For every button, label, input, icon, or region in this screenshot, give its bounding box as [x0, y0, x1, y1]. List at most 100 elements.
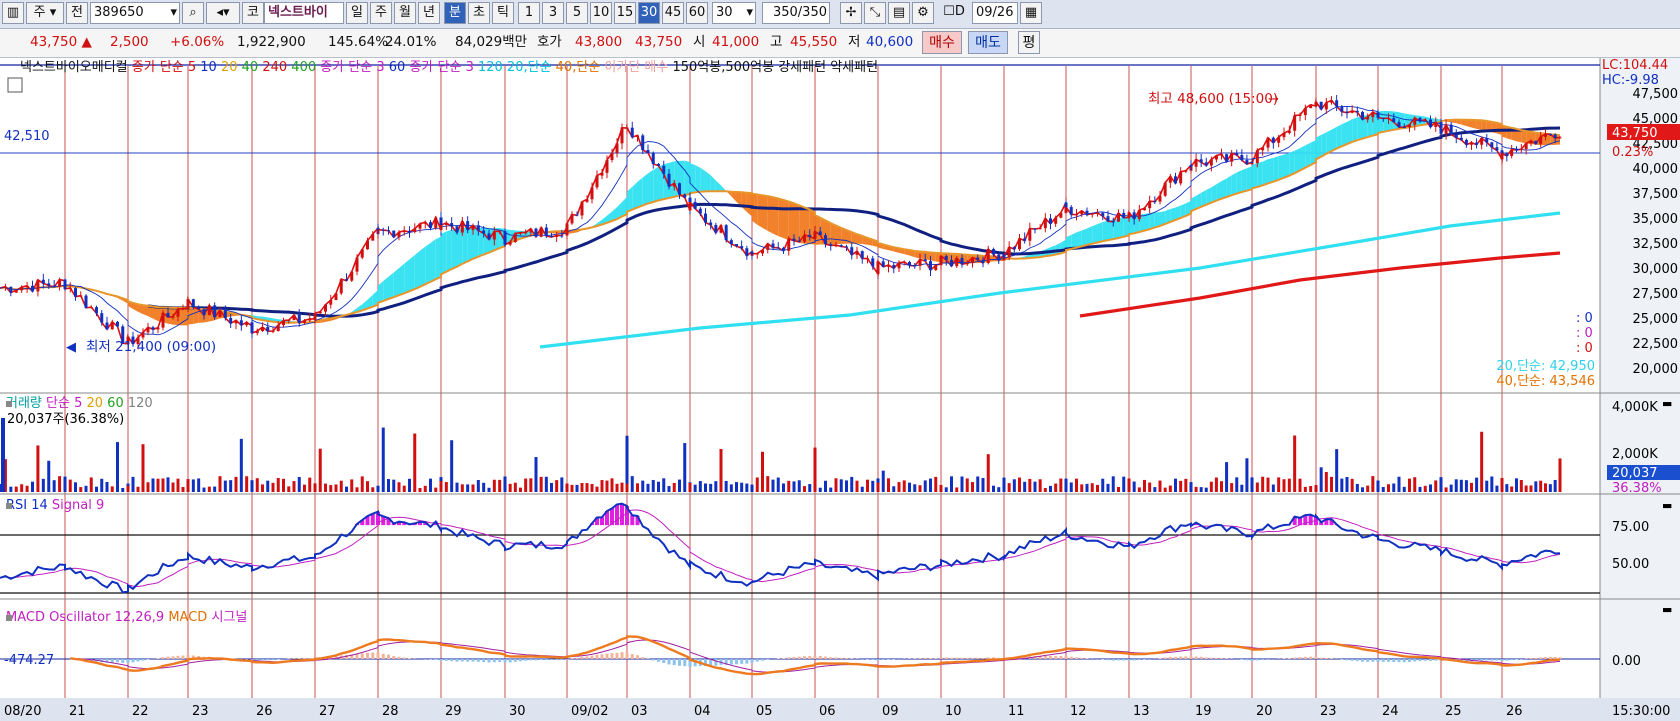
macd-bar	[585, 656, 589, 659]
volume-bar	[1429, 484, 1432, 492]
candle-body	[1350, 110, 1354, 113]
volume-bar	[1106, 483, 1110, 492]
macd-bar	[1485, 659, 1489, 661]
volume-bar	[625, 483, 629, 492]
macd-bar	[761, 659, 764, 661]
stock-name-field[interactable]: 넥스트바이	[264, 2, 344, 24]
cloud-segment	[653, 166, 659, 203]
macd-bar	[600, 654, 604, 659]
candle-body	[202, 309, 206, 316]
interval-30[interactable]: 30	[638, 2, 660, 24]
search-icon[interactable]: ⌕	[182, 2, 204, 24]
volume-legend: 거래량 단순 5 20 60 120	[6, 396, 153, 411]
candle-body	[1220, 154, 1223, 156]
volume-bar	[1059, 478, 1063, 492]
price-legend-item-4: 40	[238, 60, 259, 75]
volume-bar	[418, 487, 422, 492]
volume-bar	[41, 478, 45, 492]
candle-body	[755, 253, 759, 255]
candle-body	[1505, 153, 1509, 156]
count-field[interactable]: 350/350	[762, 2, 830, 24]
gear-icon[interactable]: ⚙	[912, 2, 934, 24]
interval-3[interactable]: 3	[542, 2, 564, 24]
chevron-down-icon[interactable]: ▾	[746, 3, 753, 23]
tab-second[interactable]: 초	[468, 2, 490, 24]
interval-10[interactable]: 10	[590, 2, 612, 24]
chart-area[interactable]: 20,000 22,500 25,000 27,500 30,000 32,500 35,0…	[0, 58, 1680, 721]
market-button[interactable]: 코	[242, 2, 264, 24]
cloud-segment	[1336, 124, 1342, 149]
time-label: 30	[509, 704, 526, 719]
macd-bar	[392, 655, 396, 659]
date-input[interactable]: 09/26	[972, 2, 1018, 24]
layout-icon[interactable]: ▥	[2, 2, 24, 24]
volume-bar	[1255, 482, 1259, 492]
macd-bar	[387, 654, 390, 659]
calendar-icon[interactable]: ▦	[1020, 2, 1042, 24]
volume-panel-icon[interactable]	[6, 401, 12, 407]
macd-panel-icon[interactable]	[6, 615, 12, 621]
speaker-icon[interactable]: ◂▾	[206, 2, 240, 24]
sell-button[interactable]: 매도	[968, 31, 1008, 54]
interval-60[interactable]: 60	[686, 2, 708, 24]
rsi-panel[interactable]	[0, 495, 1600, 599]
close-icon[interactable]: ▬	[1662, 397, 1672, 410]
tab-tick[interactable]: 틱	[492, 2, 514, 24]
candle-body	[1230, 153, 1234, 162]
zoom-icon[interactable]: ⤡	[864, 2, 886, 24]
d-checkbox[interactable]: ☐D	[938, 2, 970, 24]
tab-day[interactable]: 일	[346, 2, 368, 24]
period-select[interactable]: 주 ▾	[26, 2, 64, 24]
volume-bar	[1090, 483, 1094, 492]
candle-body	[1023, 238, 1027, 241]
tab-month[interactable]: 월	[394, 2, 416, 24]
volume-bar	[1408, 478, 1411, 492]
interval-45[interactable]: 45	[662, 2, 684, 24]
candle-body	[1314, 101, 1318, 107]
tab-minute[interactable]: 분	[444, 2, 466, 24]
buy-button[interactable]: 매수	[922, 31, 962, 54]
prev-button[interactable]: 전	[66, 2, 88, 24]
candle-body	[1080, 210, 1084, 215]
volume-bar	[1381, 487, 1385, 492]
volume-bar	[1454, 479, 1458, 492]
rsi-panel-icon[interactable]	[6, 503, 12, 509]
interval-input[interactable]: 30 ▾	[712, 2, 756, 24]
volume-bar	[1266, 477, 1270, 492]
interval-1[interactable]: 1	[518, 2, 540, 24]
macd-bar	[408, 658, 411, 659]
cloud-segment	[1149, 212, 1155, 230]
panel-menu-icon[interactable]	[7, 77, 23, 93]
volume-bar	[121, 487, 125, 492]
candle-body	[829, 244, 833, 246]
crosshair-icon[interactable]: ✢	[840, 2, 862, 24]
macd-bar	[1250, 659, 1254, 661]
tab-week[interactable]: 주	[370, 2, 392, 24]
interval-15[interactable]: 15	[614, 2, 636, 24]
macd-bar	[1179, 656, 1183, 659]
cloud-segment	[404, 259, 410, 294]
chevron-down-icon[interactable]: ▾	[170, 3, 177, 23]
candle-body	[116, 321, 119, 327]
interval-5[interactable]: 5	[566, 2, 588, 24]
candle-body	[1529, 140, 1533, 144]
volume-bar	[766, 476, 770, 492]
eval-button[interactable]: 평	[1018, 31, 1040, 54]
tab-year[interactable]: 년	[418, 2, 440, 24]
candle-body	[292, 314, 296, 321]
candle-body	[745, 248, 749, 256]
close-icon[interactable]: ▬	[1662, 603, 1672, 616]
save-icon[interactable]: ▤	[888, 2, 910, 24]
price-tick: 40,000	[1633, 162, 1679, 177]
close-icon[interactable]: ▬	[1662, 499, 1672, 512]
candle-body	[250, 325, 254, 334]
macd-bar	[1366, 659, 1370, 662]
volume-bar	[881, 470, 885, 492]
candle-body	[1500, 153, 1504, 160]
macd-bar	[397, 656, 401, 659]
candle-body	[1153, 201, 1157, 203]
stock-code-input[interactable]: 389650 ▾	[90, 2, 180, 24]
candle-body	[303, 320, 306, 323]
cloud-segment	[684, 160, 690, 195]
candle-body	[1168, 176, 1172, 183]
